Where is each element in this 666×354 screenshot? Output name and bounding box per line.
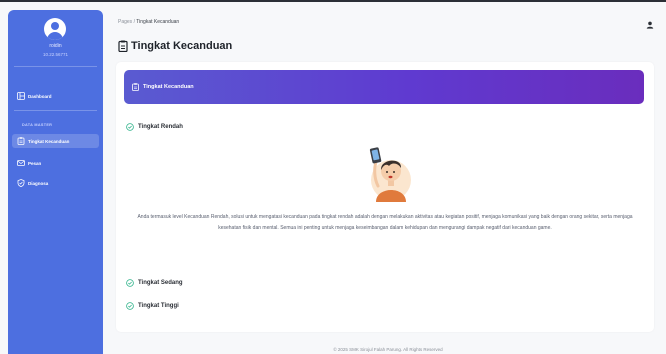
level-description: Anda termasuk level Kecanduan Rendah, so… (137, 214, 633, 231)
level-rendah[interactable]: Tingkat Rendah (126, 123, 183, 131)
page-title-text: Tingkat Kecanduan (131, 40, 233, 52)
breadcrumb-separator: / (133, 19, 135, 25)
level-tinggi[interactable]: Tingkat Tinggi (126, 302, 179, 310)
app-window: roidin 10.22.56771 Dashboard DATA MASTER… (0, 0, 666, 354)
check-circle-icon (126, 279, 134, 287)
level-label: Tingkat Rendah (138, 124, 183, 130)
section-label-data-master: DATA MASTER (22, 123, 53, 127)
sidebar-item-dashboard[interactable]: Dashboard (12, 89, 99, 103)
dashboard-icon (17, 92, 25, 100)
user-id: 10.22.56771 (42, 52, 69, 57)
sidebar-divider (14, 66, 97, 67)
sidebar-item-label: Tingkat Kecanduan (28, 138, 70, 144)
sidebar-item-tingkat-kecanduan[interactable]: Tingkat Kecanduan (12, 134, 99, 148)
breadcrumb: Pages / Tingkat Kecanduan (118, 19, 179, 25)
card-banner: Tingkat Kecanduan (124, 70, 644, 104)
card-banner-title: Tingkat Kecanduan (143, 84, 194, 90)
page-title: Tingkat Kecanduan (118, 40, 233, 53)
shield-icon (17, 179, 25, 187)
breadcrumb-current: Tingkat Kecanduan (136, 19, 180, 25)
level-label: Tingkat Tinggi (138, 303, 179, 309)
breadcrumb-root[interactable]: Pages (118, 19, 132, 25)
check-circle-icon (126, 123, 134, 131)
sidebar-item-label: Pesan (28, 160, 42, 166)
content-card: Tingkat Kecanduan Tingkat Rendah Anda te… (116, 62, 654, 332)
clipboard-icon (118, 40, 128, 53)
message-icon (17, 159, 25, 167)
user-account-icon[interactable] (646, 16, 654, 29)
avatar-head (51, 22, 59, 30)
avatar-body (47, 32, 63, 40)
clipboard-icon (17, 137, 25, 145)
sidebar-item-pesan[interactable]: Pesan (12, 156, 99, 170)
avatar[interactable] (44, 18, 66, 40)
sidebar-divider (14, 110, 97, 111)
clipboard-icon (132, 83, 139, 91)
check-circle-icon (126, 302, 134, 310)
sidebar: roidin 10.22.56771 Dashboard DATA MASTER… (8, 10, 103, 354)
level-label: Tingkat Sedang (138, 280, 183, 286)
person-phone-illustration (364, 144, 416, 202)
sidebar-item-label: Dashboard (28, 93, 52, 99)
level-sedang[interactable]: Tingkat Sedang (126, 279, 183, 287)
sidebar-item-label: Diagnosa (28, 180, 49, 186)
sidebar-item-diagnosa[interactable]: Diagnosa (12, 176, 99, 190)
user-name: roidin (49, 43, 62, 49)
footer-copyright: © 2025 SMK Sirojul Falah Parung. All Rig… (333, 347, 443, 352)
